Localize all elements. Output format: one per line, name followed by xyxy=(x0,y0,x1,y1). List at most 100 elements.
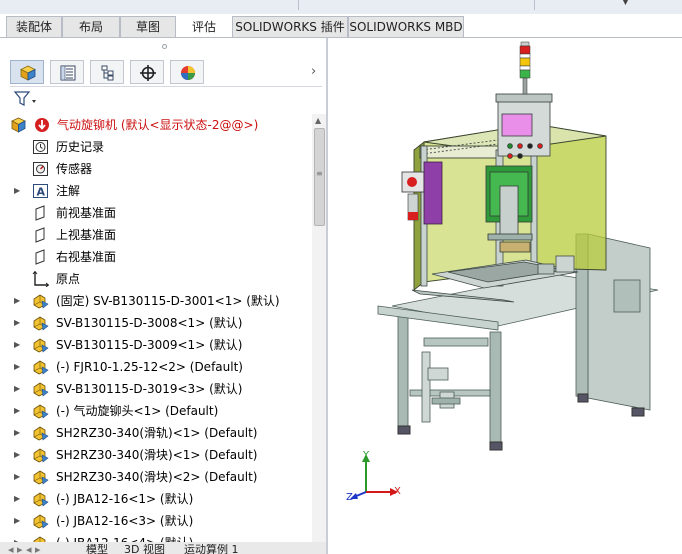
chevron-right-icon[interactable]: › xyxy=(311,64,316,79)
tree-item-label: SV-B130115-D-3008<1> (默认) xyxy=(56,316,243,330)
svg-text:A: A xyxy=(37,186,46,199)
expand-arrow-icon[interactable]: ▶ xyxy=(14,180,20,202)
expand-arrow-icon[interactable]: ▶ xyxy=(14,356,20,378)
tab-solidworks-mbd[interactable]: SOLIDWORKS MBD xyxy=(348,16,464,38)
expand-arrow-icon[interactable]: ▶ xyxy=(14,312,20,334)
lower-mechanism xyxy=(421,351,461,423)
assembly-icon xyxy=(33,316,49,331)
origin-icon xyxy=(32,271,49,287)
tree-item-component[interactable]: ▶ (-) FJR10-1.25-12<2> (Default) xyxy=(0,356,312,378)
tree-item-label: (-) JBA12-16<1> (默认) xyxy=(56,492,194,506)
tree-item-component[interactable]: ▶ SV-B130115-D-3009<1> (默认) xyxy=(0,334,312,356)
dimxpert-icon xyxy=(140,65,156,81)
tree-item-label: 注解 xyxy=(56,184,81,198)
plane-icon xyxy=(35,205,45,221)
tree-item-origin[interactable]: 原点 xyxy=(0,268,312,290)
tree-item-label: SV-B130115-D-3009<1> (默认) xyxy=(56,338,243,352)
filter-icon xyxy=(14,91,36,106)
sensor-icon xyxy=(33,162,48,176)
tree-item-component[interactable]: ▶ (固定) SV-B130115-D-3001<1> (默认) xyxy=(0,290,312,312)
tree-item-component[interactable]: ▶ (-) 气动旋铆头<1> (Default) xyxy=(0,400,312,422)
manager-tabs xyxy=(10,58,326,86)
feature-manager-icon xyxy=(20,65,36,81)
tree-item-label: 前视基准面 xyxy=(56,206,117,220)
bottom-tab-nav[interactable]: ◂ ▸ ◂ ▸ xyxy=(8,544,78,554)
tree-item-label: 原点 xyxy=(56,272,81,286)
display-manager-icon xyxy=(181,66,195,80)
assembly-icon xyxy=(33,426,49,441)
tree-item-label: SH2RZ30-340(滑块)<1> (Default) xyxy=(56,448,258,462)
configuration-manager-tab[interactable] xyxy=(90,60,124,84)
feature-manager-pane: › 气动旋铆机 (默认<显示状态-2@@>) 历史记录 传感器 ▶ A 注解 前… xyxy=(0,38,326,554)
tree-item-component[interactable]: ▶ SV-B130115-D-3008<1> (默认) xyxy=(0,312,312,334)
scroll-up-icon[interactable]: ▲ xyxy=(315,116,321,125)
tree-item-component[interactable]: ▶ (-) JBA12-16<1> (默认) xyxy=(0,488,312,510)
expand-arrow-icon[interactable]: ▶ xyxy=(14,290,20,312)
tree-item-annotations[interactable]: ▶ A 注解 xyxy=(0,180,312,202)
feature-tree: 气动旋铆机 (默认<显示状态-2@@>) 历史记录 传感器 ▶ A 注解 前视基… xyxy=(0,114,312,554)
display-manager-tab[interactable] xyxy=(170,60,204,84)
expand-arrow-icon[interactable]: ▶ xyxy=(14,444,20,466)
expand-arrow-icon[interactable]: ▶ xyxy=(14,466,20,488)
tree-item-component[interactable]: ▶ SH2RZ30-340(滑轨)<1> (Default) xyxy=(0,422,312,444)
tree-scrollbar[interactable]: ▲ ≡ ▼ xyxy=(312,114,326,554)
tree-item-label: 历史记录 xyxy=(56,140,105,154)
separator xyxy=(534,0,535,10)
tree-filter[interactable] xyxy=(10,86,322,111)
tab-assembly[interactable]: 装配体 xyxy=(6,16,62,38)
expand-arrow-icon[interactable]: ▶ xyxy=(14,400,20,422)
tree-item-front-plane[interactable]: 前视基准面 xyxy=(0,202,312,224)
bottom-tab-model[interactable]: 模型 xyxy=(86,544,108,554)
expand-arrow-icon[interactable]: ▶ xyxy=(14,334,20,356)
tree-item-label: (固定) SV-B130115-D-3001<1> (默认) xyxy=(56,294,280,308)
tree-item-history[interactable]: 历史记录 xyxy=(0,136,312,158)
assembly-icon xyxy=(33,338,49,353)
annotation-icon: A xyxy=(33,184,48,199)
separator xyxy=(298,0,299,10)
tab-evaluate[interactable]: 评估 xyxy=(176,16,232,38)
assembly-icon xyxy=(33,470,49,485)
pane-grip-icon[interactable] xyxy=(162,44,167,49)
tab-sketch[interactable]: 草图 xyxy=(120,16,176,38)
feature-manager-tab[interactable] xyxy=(10,60,44,84)
tree-item-label: (-) FJR10-1.25-12<2> (Default) xyxy=(56,360,243,374)
tree-item-top-plane[interactable]: 上视基准面 xyxy=(0,224,312,246)
tree-item-label: (-) 气动旋铆头<1> (Default) xyxy=(56,404,219,418)
bottom-tab-3d-views[interactable]: 3D 视图 xyxy=(124,544,165,554)
ribbon-tab-bar: 装配体 布局 草图 评估 SOLIDWORKS 插件 SOLIDWORKS MB… xyxy=(0,14,682,38)
tree-item-label: 上视基准面 xyxy=(56,228,117,242)
triad-icon xyxy=(350,454,398,499)
plane-icon xyxy=(35,249,45,265)
tree-item-component[interactable]: ▶ SH2RZ30-340(滑块)<1> (Default) xyxy=(0,444,312,466)
tree-item-label: 右视基准面 xyxy=(56,250,117,264)
graphics-viewport[interactable]: Y X Z xyxy=(328,38,682,554)
expand-arrow-icon[interactable]: ▶ xyxy=(14,510,20,532)
dimxpert-manager-tab[interactable] xyxy=(130,60,164,84)
tree-item-label: (-) JBA12-16<3> (默认) xyxy=(56,514,194,528)
tree-root[interactable]: 气动旋铆机 (默认<显示状态-2@@>) xyxy=(0,114,312,136)
assembly-icon xyxy=(33,404,49,419)
tree-item-sensors[interactable]: 传感器 xyxy=(0,158,312,180)
bottom-tab-motion-study[interactable]: 运动算例 1 xyxy=(184,544,239,554)
expand-arrow-icon[interactable]: ▶ xyxy=(14,378,20,400)
chevron-down-icon[interactable]: ▼ xyxy=(622,0,629,7)
triad-x-label: X xyxy=(394,486,401,497)
plane-icon xyxy=(35,227,45,243)
expand-arrow-icon[interactable]: ▶ xyxy=(14,422,20,444)
assembly-icon xyxy=(33,492,49,507)
tab-solidworks-addins[interactable]: SOLIDWORKS 插件 xyxy=(232,16,348,38)
tree-item-component[interactable]: ▶ SV-B130115-D-3019<3> (默认) xyxy=(0,378,312,400)
tree-item-component[interactable]: ▶ (-) JBA12-16<3> (默认) xyxy=(0,510,312,532)
expand-arrow-icon[interactable]: ▶ xyxy=(14,488,20,510)
tree-item-label: SH2RZ30-340(滑块)<2> (Default) xyxy=(56,470,258,484)
tree-item-component[interactable]: ▶ SH2RZ30-340(滑块)<2> (Default) xyxy=(0,466,312,488)
assembly-icon xyxy=(33,448,49,463)
assembly-icon xyxy=(33,514,49,529)
tab-layout[interactable]: 布局 xyxy=(62,16,120,38)
tree-item-label: SV-B130115-D-3019<3> (默认) xyxy=(56,382,243,396)
tree-item-right-plane[interactable]: 右视基准面 xyxy=(0,246,312,268)
scrollbar-thumb[interactable]: ≡ xyxy=(314,128,325,226)
configuration-manager-icon xyxy=(101,65,114,81)
property-manager-tab[interactable] xyxy=(50,60,84,84)
triad-y-label: Y xyxy=(363,450,370,461)
